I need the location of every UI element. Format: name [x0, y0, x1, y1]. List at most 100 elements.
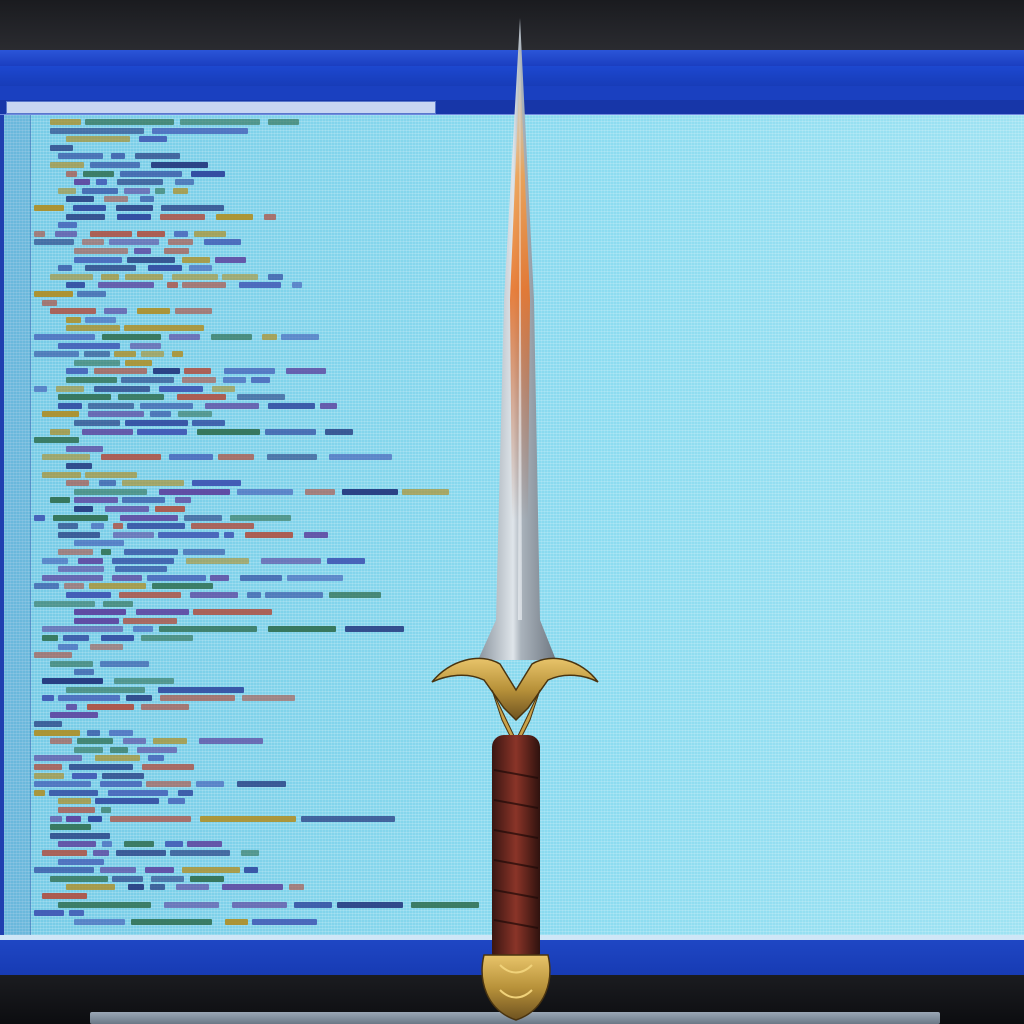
code-token [114, 678, 174, 684]
code-token [189, 265, 212, 272]
code-token [95, 798, 159, 805]
code-editor[interactable] [4, 115, 1024, 935]
code-token [117, 213, 151, 220]
code-token [66, 213, 105, 220]
code-token [155, 506, 185, 512]
code-token [74, 506, 93, 512]
code-token [175, 179, 194, 186]
monitor-stand [90, 1012, 940, 1024]
code-token [327, 557, 365, 564]
code-token [116, 205, 153, 211]
code-token [50, 815, 62, 822]
code-token [104, 196, 128, 203]
code-token [174, 230, 188, 237]
status-divider [0, 935, 1024, 940]
code-token [112, 557, 174, 564]
code-token [123, 617, 177, 624]
code-token [42, 850, 87, 856]
code-token [84, 351, 110, 358]
code-token [215, 256, 246, 263]
code-token [251, 377, 270, 383]
code-token [72, 772, 97, 779]
code-token [196, 781, 224, 788]
code-token [69, 910, 84, 917]
code-token [88, 411, 144, 418]
code-token [74, 617, 119, 624]
code-token [153, 368, 180, 375]
code-token [194, 230, 226, 237]
code-token [63, 635, 89, 641]
code-token [58, 523, 78, 530]
code-token [58, 187, 76, 194]
code-token [50, 875, 108, 882]
code-token [82, 187, 118, 194]
code-token [34, 755, 82, 762]
code-token [175, 308, 212, 315]
code-token [34, 764, 62, 770]
code-token [135, 153, 180, 160]
code-token [224, 531, 234, 538]
code-token [113, 531, 154, 538]
code-token [101, 454, 161, 461]
code-token [112, 875, 143, 882]
code-token [58, 643, 78, 650]
code-token [124, 325, 204, 332]
window-toolbar[interactable] [0, 86, 1024, 100]
code-token [139, 136, 167, 143]
code-token [165, 841, 183, 848]
code-token [105, 506, 149, 512]
code-token [184, 514, 222, 521]
code-token [239, 282, 281, 289]
status-bar [0, 935, 1024, 975]
code-token [169, 334, 200, 340]
code-token [74, 918, 125, 925]
code-token [411, 901, 479, 908]
code-token [211, 334, 252, 340]
code-token [110, 746, 128, 753]
window-titlebar [0, 50, 1024, 66]
code-token [85, 119, 174, 125]
code-token [159, 385, 203, 392]
code-token [104, 308, 127, 315]
code-token [141, 351, 164, 358]
code-token [159, 488, 230, 495]
code-token [87, 703, 134, 710]
code-token [83, 170, 114, 177]
code-token [160, 695, 235, 702]
code-token [102, 772, 144, 779]
code-token [42, 626, 123, 633]
code-token [141, 703, 189, 710]
window-menubar[interactable] [0, 66, 1024, 86]
code-token [402, 488, 449, 495]
code-token [325, 428, 353, 435]
code-token [155, 187, 165, 194]
code-token [50, 832, 110, 839]
code-token [123, 738, 146, 745]
code-token [172, 273, 218, 280]
code-token [82, 428, 133, 435]
code-token [151, 162, 208, 168]
code-token [66, 463, 92, 469]
editor-tab[interactable] [6, 101, 436, 114]
code-token [262, 334, 277, 340]
code-token [100, 781, 142, 788]
tab-bar [0, 100, 1024, 115]
code-token [42, 454, 90, 461]
code-token [94, 385, 150, 392]
code-token [58, 531, 100, 538]
code-token [216, 213, 253, 220]
code-token [101, 549, 111, 555]
code-token [124, 841, 154, 848]
code-token [101, 273, 119, 280]
code-token [265, 428, 316, 435]
code-token [124, 187, 150, 194]
code-token [204, 239, 241, 246]
code-token [125, 359, 152, 366]
code-token [50, 497, 70, 504]
code-token [93, 850, 109, 856]
code-token [58, 901, 151, 908]
code-token [176, 884, 209, 891]
code-token [127, 523, 185, 530]
code-token [140, 196, 154, 203]
code-token [50, 119, 81, 125]
